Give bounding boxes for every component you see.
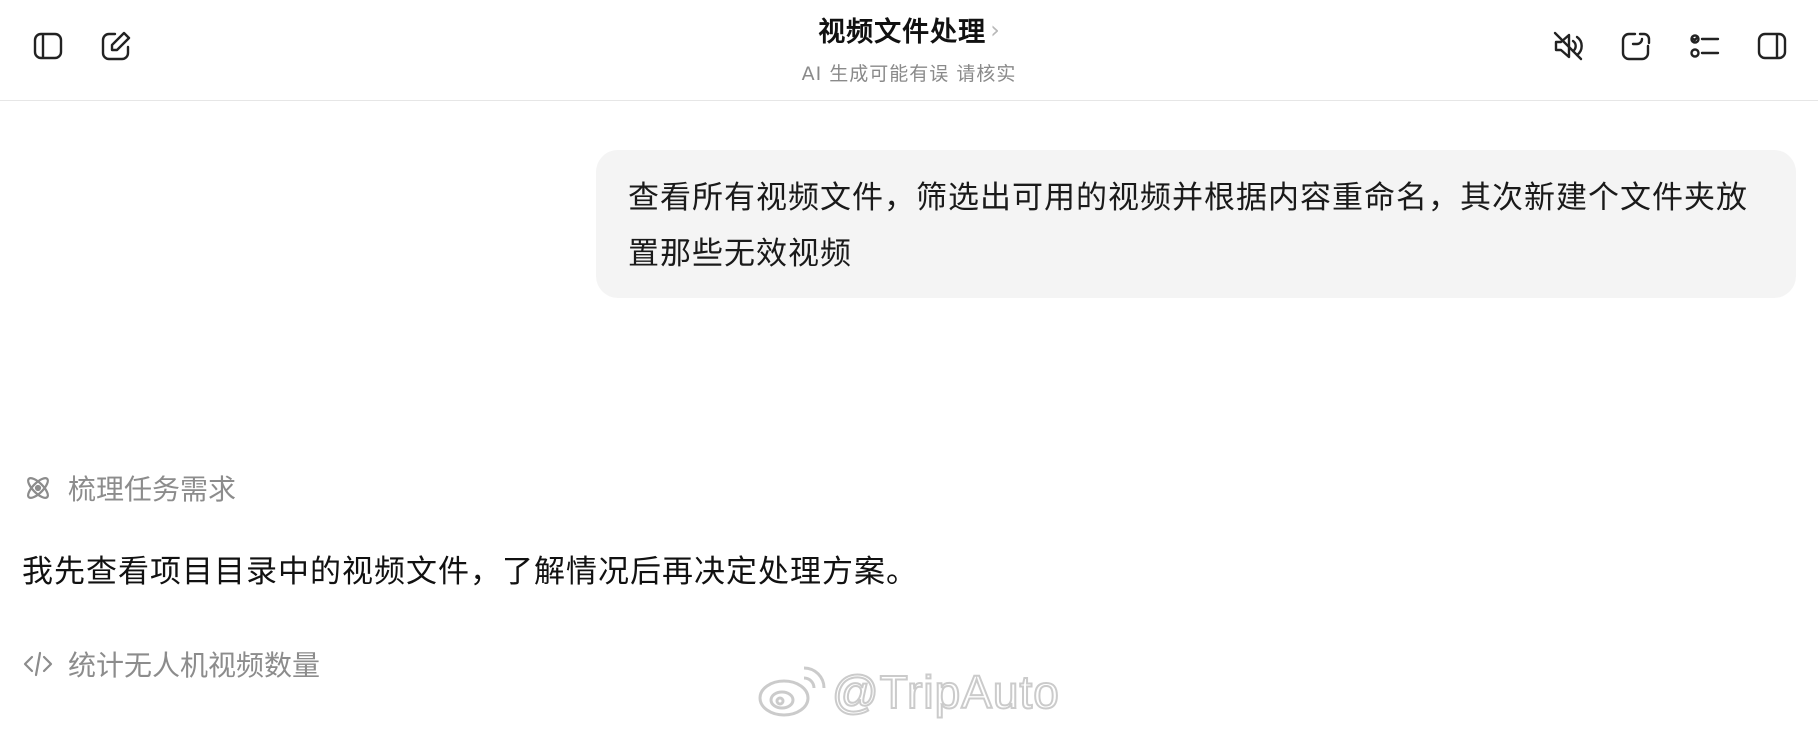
mute-button[interactable] [1544,22,1592,70]
new-window-button[interactable] [1612,22,1660,70]
chevron-right-icon: › [990,15,1000,44]
code-step[interactable]: 统计无人机视频数量 [22,644,320,684]
thinking-step-label: 梳理任务需求 [68,473,237,506]
assistant-reply: 我先查看项目目录中的视频文件，了解情况后再决定处理方案。 [22,554,918,590]
code-step-label: 统计无人机视频数量 [68,649,321,682]
code-icon [23,651,53,677]
thinking-step[interactable]: 梳理任务需求 [22,468,236,508]
conversation-title: 视频文件处理 [818,17,987,48]
new-window-icon [1621,32,1651,61]
user-message-bubble: 查看所有视频文件，筛选出可用的视频并根据内容重命名，其次新建个文件夹放置那些无效… [596,150,1796,298]
task-list-button[interactable] [1680,22,1728,70]
watermark-text: @TripAuto [831,665,1060,719]
weibo-logo-icon [758,666,826,717]
atom-icon [27,477,49,499]
mute-icon [1553,31,1583,61]
watermark: @TripAuto [754,662,1060,722]
top-bar: 视频文件处理 › AI 生成可能有误 请核实 [0,0,1818,101]
right-panel-button[interactable] [1748,22,1796,70]
right-panel-icon [1757,32,1787,60]
user-message-text: 查看所有视频文件，筛选出可用的视频并根据内容重命名，其次新建个文件夹放置那些无效… [628,180,1748,272]
conversation-title-button[interactable]: 视频文件处理 › [818,10,1000,49]
task-list-icon [1690,34,1720,58]
